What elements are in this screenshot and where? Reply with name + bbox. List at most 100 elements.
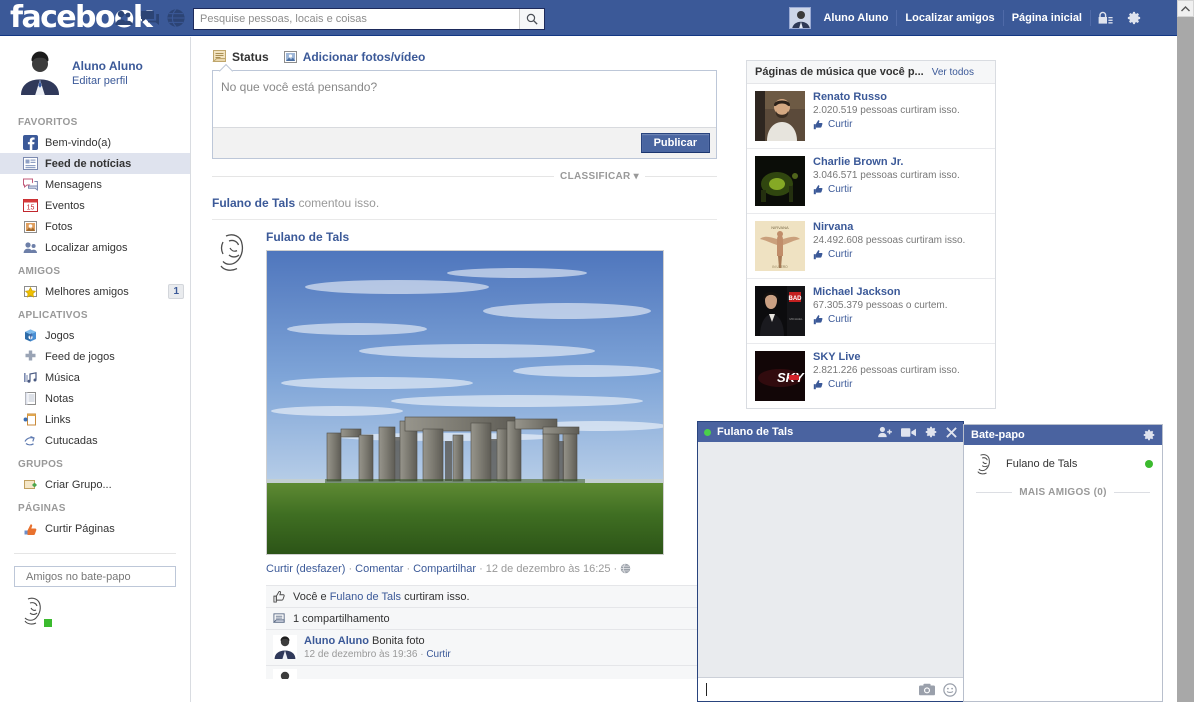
gear-icon-svg <box>1143 429 1155 441</box>
composer-placeholder[interactable]: No que você está pensando? <box>213 71 716 127</box>
chat-input-area[interactable] <box>698 677 963 701</box>
emoji-icon[interactable] <box>943 682 957 697</box>
add-friend-icon[interactable] <box>878 426 892 438</box>
scroll-up-button[interactable] <box>1177 0 1194 17</box>
video-call-icon[interactable] <box>901 427 916 438</box>
tab-add-photo-video[interactable]: Adicionar fotos/vídeo <box>283 49 426 64</box>
page-like-button[interactable]: Curtir <box>813 184 960 195</box>
find-friends-link[interactable]: Localizar amigos <box>897 8 1002 28</box>
avatar-topbar[interactable] <box>789 7 812 29</box>
sidebar-item-jogos[interactable]: Jogos <box>0 325 190 346</box>
sidebar-item-curtir-paginas[interactable]: Curtir Páginas <box>0 518 190 539</box>
chat-friend-thumb[interactable] <box>18 595 52 627</box>
edit-profile-link[interactable]: Editar perfil <box>72 75 143 87</box>
page-like-button[interactable]: Curtir <box>813 314 948 325</box>
avatar-image <box>973 452 997 476</box>
page-name[interactable]: Nirvana <box>813 221 965 233</box>
messages-icon[interactable] <box>140 8 160 28</box>
tab-status[interactable]: Status <box>212 49 269 64</box>
gear-icon[interactable] <box>925 426 937 438</box>
see-all-link[interactable]: Ver todos <box>932 67 974 78</box>
sidebar-item-feed-de-noticias[interactable]: Feed de notícias <box>0 153 190 174</box>
post-social-context: Você e Fulano de Tals curtiram isso. 1 c… <box>266 585 717 679</box>
privacy-lock-button[interactable] <box>1091 7 1120 29</box>
charlie-brown-jr-photo[interactable] <box>755 156 805 206</box>
sidebar-item-label: Fotos <box>45 220 73 233</box>
sidebar-item-localizar-amigos[interactable]: Localizar amigos <box>0 237 190 258</box>
camera-icon[interactable] <box>919 683 935 696</box>
composer-box[interactable]: No que você está pensando? Publicar <box>212 70 717 159</box>
story-actor[interactable]: Fulano de Tals <box>212 196 295 210</box>
tab-add-photo-label: Adicionar fotos/vídeo <box>302 49 426 64</box>
like-undo-link[interactable]: Curtir (desfazer) <box>266 563 345 575</box>
page-name[interactable]: Renato Russo <box>813 91 960 103</box>
music-pages-title: Páginas de música que você p... <box>755 66 924 78</box>
sidebar-item-label: Links <box>45 413 71 426</box>
sky-live-logo[interactable]: SKY <box>755 351 805 401</box>
gear-icon[interactable] <box>1143 429 1155 441</box>
post-photo[interactable] <box>266 250 664 555</box>
poke-icon <box>22 433 38 449</box>
avatar[interactable] <box>273 669 297 679</box>
sidebar-profile-name[interactable]: Aluno Aluno <box>72 59 143 73</box>
page-name[interactable]: Charlie Brown Jr. <box>813 156 960 168</box>
post-timestamp[interactable]: 12 de dezembro às 16:25 <box>486 563 611 575</box>
online-status-dot <box>1145 460 1153 468</box>
likes-row: Você e Fulano de Tals curtiram isso. <box>266 585 717 607</box>
search-bar[interactable] <box>193 8 545 30</box>
emoji-icon-svg <box>943 682 957 697</box>
chat-friends-search[interactable] <box>14 566 176 587</box>
notifications-globe-icon[interactable] <box>166 8 186 28</box>
chat-sidebar-title: Bate-papo <box>971 429 1025 441</box>
topbar-user-name[interactable]: Aluno Aluno <box>815 8 896 28</box>
svg-text:NIRVANA: NIRVANA <box>771 225 789 230</box>
home-link[interactable]: Página inicial <box>1004 8 1090 28</box>
page-name[interactable]: SKY Live <box>813 351 960 363</box>
settings-button[interactable] <box>1120 7 1148 29</box>
close-icon[interactable] <box>946 426 957 438</box>
comment-author[interactable]: Aluno Aluno <box>304 635 369 647</box>
publish-button[interactable]: Publicar <box>640 133 710 153</box>
search-input[interactable] <box>194 9 519 29</box>
page-vertical-scrollbar[interactable] <box>1177 0 1194 702</box>
sidebar-item-feed-de-jogos[interactable]: Feed de jogos <box>0 346 190 367</box>
sidebar-item-criar-grupo[interactable]: Criar Grupo... <box>0 474 190 495</box>
sidebar-profile[interactable]: Aluno Aluno Editar perfil <box>0 37 190 109</box>
story-header: Fulano de Tals comentou isso. <box>212 196 717 220</box>
sidebar-item-links[interactable]: Links <box>0 409 190 430</box>
likes-suffix: curtiram isso. <box>401 590 470 603</box>
chat-message-input[interactable] <box>707 682 911 697</box>
likes-link[interactable]: Fulano de Tals <box>330 591 401 603</box>
chat-friend-row[interactable]: Fulano de Tals <box>964 445 1162 483</box>
sidebar-item-eventos[interactable]: 15 Eventos <box>0 195 190 216</box>
avatar[interactable] <box>212 230 256 274</box>
globe-icon[interactable] <box>620 563 631 577</box>
shares-row[interactable]: 1 compartilhamento <box>266 607 717 629</box>
share-link[interactable]: Compartilhar <box>413 563 476 575</box>
avatar[interactable] <box>18 51 62 95</box>
sort-dropdown[interactable]: CLASSIFICAR ▾ <box>554 171 645 182</box>
page-like-button[interactable]: Curtir <box>813 119 960 130</box>
page-like-button[interactable]: Curtir <box>813 379 960 390</box>
sidebar-item-cutucadas[interactable]: Cutucadas <box>0 430 190 451</box>
sidebar-item-bem-vindo[interactable]: Bem-vindo(a) <box>0 132 190 153</box>
tab-status-label: Status <box>232 49 269 64</box>
page-like-button[interactable]: Curtir <box>813 249 965 260</box>
nirvana-in-utero-cover[interactable]: NIRVANA IN UTERO <box>755 221 805 271</box>
michael-jackson-bad-cover[interactable]: BAD MICHAEL <box>755 286 805 336</box>
page-name[interactable]: Michael Jackson <box>813 286 948 298</box>
sidebar-item-notas[interactable]: Notas <box>0 388 190 409</box>
friend-requests-icon[interactable] <box>114 8 134 28</box>
chat-window-header[interactable]: Fulano de Tals <box>698 422 963 442</box>
post-author[interactable]: Fulano de Tals <box>266 230 717 244</box>
sidebar-item-mensagens[interactable]: Mensagens <box>0 174 190 195</box>
search-button[interactable] <box>519 9 544 29</box>
comment-link[interactable]: Comentar <box>355 563 403 575</box>
chat-friends-search-input[interactable] <box>24 569 170 584</box>
sidebar-item-fotos[interactable]: Fotos <box>0 216 190 237</box>
avatar[interactable] <box>273 635 297 659</box>
renato-russo-photo[interactable] <box>755 91 805 141</box>
comment-like-link[interactable]: Curtir <box>426 649 450 660</box>
sidebar-item-musica[interactable]: Música <box>0 367 190 388</box>
sidebar-item-melhores-amigos[interactable]: Melhores amigos 1 <box>0 281 190 302</box>
